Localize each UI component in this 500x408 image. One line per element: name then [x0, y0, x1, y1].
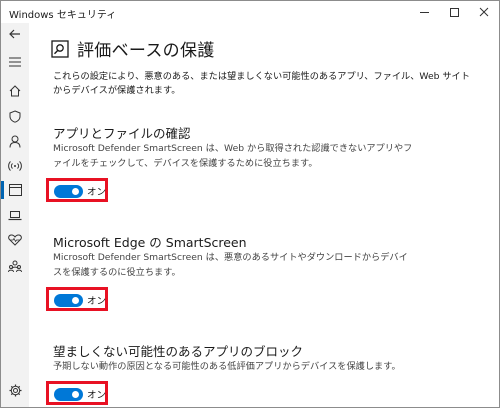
wireless-signal-icon	[8, 161, 22, 171]
toggle-highlight-app-file-check: オン	[46, 178, 108, 202]
minimize-icon	[419, 11, 429, 13]
nav-item-home[interactable]	[1, 80, 29, 102]
maximize-button[interactable]	[439, 1, 469, 23]
section-title-app-file-check: アプリとファイルの確認	[53, 126, 191, 141]
section-title-pua-blocking: 望ましくない可能性のあるアプリのブロック	[53, 344, 304, 359]
toggle-label: オン	[87, 390, 107, 401]
section-desc-app-file-check: Microsoft Defender SmartScreen は、Web から取…	[53, 143, 413, 169]
section-title-edge-smartscreen: Microsoft Edge の SmartScreen	[53, 235, 247, 250]
account-person-icon	[9, 135, 21, 148]
app-title: Windows セキュリティ	[9, 10, 117, 21]
gear-icon	[9, 384, 21, 396]
nav-item-device-security[interactable]	[1, 204, 29, 226]
toggle-pua-blocking[interactable]	[54, 388, 83, 401]
navigation-rail	[1, 23, 29, 407]
nav-item-family-options[interactable]	[1, 255, 29, 277]
nav-item-firewall[interactable]	[1, 155, 29, 177]
toggle-knob	[72, 188, 79, 195]
toggle-label: オン	[87, 296, 107, 307]
toggle-knob	[72, 391, 79, 398]
shield-icon	[9, 109, 21, 123]
menu-button[interactable]	[1, 51, 29, 73]
nav-item-account[interactable]	[1, 130, 29, 152]
close-button[interactable]	[469, 1, 499, 23]
device-laptop-icon	[8, 210, 22, 220]
section-desc-pua-blocking: 予期しない動作の原因となる可能性のある低評価アプリからデバイスを保護します。	[53, 361, 401, 372]
toggle-edge-smartscreen[interactable]	[54, 294, 83, 307]
hamburger-menu-icon	[9, 57, 21, 67]
close-icon	[479, 7, 489, 17]
nav-item-settings[interactable]	[1, 379, 29, 401]
title-bar: Windows セキュリティ	[1, 1, 499, 23]
minimize-button[interactable]	[409, 1, 439, 23]
app-browser-control-icon	[8, 184, 22, 196]
section-desc-edge-smartscreen: Microsoft Defender SmartScreen は、悪意のあるサイ…	[53, 252, 408, 278]
family-group-icon	[8, 260, 22, 272]
back-arrow-icon	[9, 29, 20, 39]
nav-item-device-performance[interactable]	[1, 229, 29, 251]
home-icon	[9, 85, 21, 97]
nav-item-virus-protection[interactable]	[1, 105, 29, 127]
heart-health-icon	[8, 234, 22, 246]
toggle-highlight-edge-smartscreen: オン	[46, 287, 108, 311]
reputation-protection-icon	[51, 39, 69, 58]
page-title: 評価ベースの保護	[77, 41, 215, 61]
back-button[interactable]	[1, 23, 29, 45]
toggle-knob	[72, 297, 79, 304]
app-window: Windows セキュリティ 評価ベースの保護 これらの設定により、悪意のある、…	[0, 0, 500, 408]
maximize-icon	[449, 7, 459, 17]
toggle-highlight-pua-blocking: オン	[46, 381, 108, 405]
main-content: 評価ベースの保護 これらの設定により、悪意のある、または望ましくない可能性のある…	[29, 23, 499, 407]
toggle-label: オン	[87, 187, 107, 198]
page-header: 評価ベースの保護	[51, 36, 215, 61]
nav-item-app-browser-control[interactable]	[1, 179, 29, 201]
toggle-app-file-check[interactable]	[54, 185, 83, 198]
page-intro: これらの設定により、悪意のある、または望ましくない可能性のあるアプリ、ファイル、…	[53, 71, 470, 96]
